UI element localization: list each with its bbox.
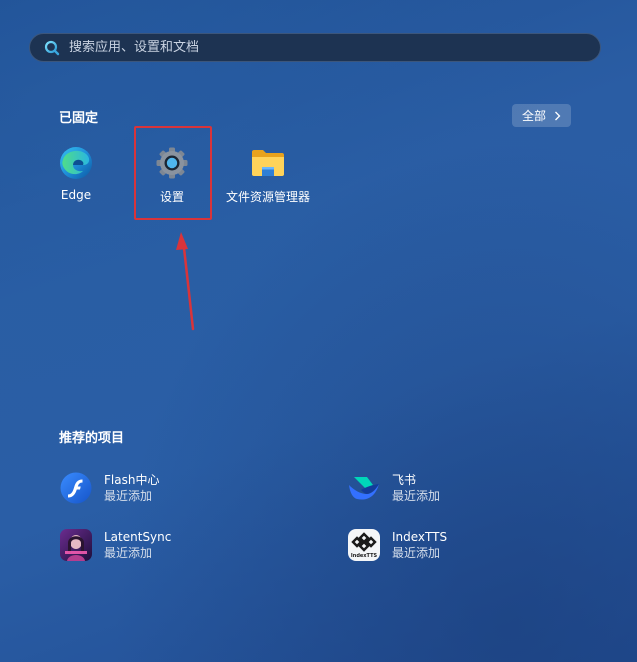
recommended-item-feishu[interactable]: 飞书 最近添加	[348, 471, 440, 505]
search-bar[interactable]	[29, 33, 601, 62]
pinned-app-file-explorer[interactable]: 文件资源管理器	[223, 145, 313, 205]
annotation-arrow	[176, 232, 195, 331]
recommended-item-name: LatentSync	[104, 529, 172, 544]
feishu-icon	[348, 472, 380, 504]
latentsync-icon	[60, 529, 92, 561]
pinned-app-label: 文件资源管理器	[225, 190, 310, 204]
recommended-section-title: 推荐的项目	[59, 431, 125, 446]
folder-icon	[250, 145, 286, 181]
edge-icon	[58, 145, 94, 181]
recommended-item-subtitle: 最近添加	[104, 545, 153, 560]
recommended-item-flash[interactable]: Flash中心 最近添加	[60, 471, 159, 505]
flash-icon	[60, 472, 92, 504]
recommended-item-subtitle: 最近添加	[104, 488, 153, 503]
all-apps-label: 全部	[521, 109, 546, 123]
pinned-section-title: 已固定	[59, 111, 99, 126]
indextts-icon: IndexTTS	[348, 529, 380, 561]
pinned-app-edge[interactable]: Edge	[31, 145, 121, 202]
recommended-item-latentsync[interactable]: LatentSync 最近添加	[60, 528, 171, 562]
recommended-item-subtitle: 最近添加	[392, 488, 441, 503]
recommended-item-subtitle: 最近添加	[392, 545, 441, 560]
recommended-item-name: IndexTTS	[392, 529, 448, 544]
annotation-highlight-box	[134, 126, 212, 220]
all-apps-button[interactable]: 全部	[512, 104, 571, 127]
chevron-right-icon	[554, 111, 561, 121]
pinned-app-label: Edge	[60, 188, 92, 202]
indextts-icon-text: IndexTTS	[351, 553, 378, 559]
recommended-item-name: Flash中心	[104, 472, 160, 487]
search-icon	[44, 40, 60, 56]
recommended-item-name: 飞书	[392, 472, 417, 487]
recommended-item-indextts[interactable]: IndexTTS IndexTTS 最近添加	[348, 528, 447, 562]
start-menu: 已固定 全部	[0, 0, 637, 662]
search-input[interactable]	[69, 40, 549, 55]
